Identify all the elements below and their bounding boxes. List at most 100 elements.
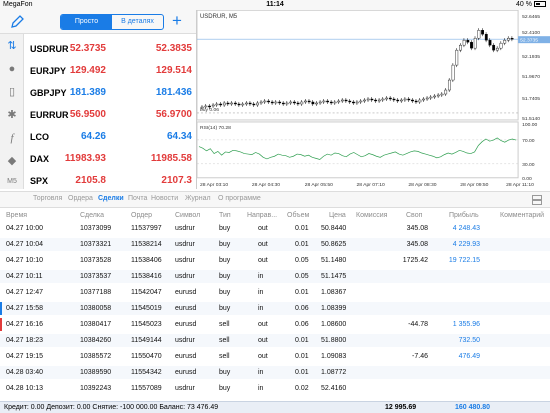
candle	[307, 100, 311, 103]
candle	[226, 102, 230, 105]
edit-icon[interactable]	[9, 14, 25, 30]
quote-symbol: DAX	[30, 154, 50, 164]
col-order[interactable]: Ордер	[131, 212, 152, 219]
quote-row-spx[interactable]: SPX 2105.8 2107.3	[24, 170, 196, 192]
cell-swap: -44.78	[408, 321, 428, 328]
table-row[interactable]: 04.27 10:10 10373528 11538406 usdrur buy out 0…	[0, 254, 550, 267]
cell-sym: usdrur	[175, 257, 195, 264]
timeframe-m5-label[interactable]: M5	[4, 174, 20, 190]
chart-title: USDRUR, M5	[200, 14, 238, 20]
time-tick-label: 28 Apr 03:10	[200, 182, 228, 188]
add-symbol-icon[interactable]: +	[172, 12, 182, 30]
price-tick-label: 52.1935	[522, 54, 540, 60]
cell-deal: 10377188	[80, 289, 112, 296]
candle	[495, 47, 499, 51]
col-comment[interactable]: Комментарий	[500, 212, 544, 219]
price-chart[interactable]: USDRUR, M5buy 0.06RSI(14) 70.2852.646552…	[196, 10, 550, 189]
tab-about[interactable]: О программе	[218, 195, 261, 202]
cell-time: 04.27 10:11	[6, 273, 43, 280]
cell-deal: 10380417	[80, 321, 112, 328]
candle	[215, 103, 219, 106]
cell-time: 04.27 10:00	[6, 225, 43, 232]
table-row[interactable]: 04.28 10:13 10392243 11557089 usdrur buy in 0.…	[0, 382, 550, 395]
time-tick-label: 28 Apr 04:30	[252, 182, 280, 188]
col-profit[interactable]: Прибыль	[449, 212, 479, 219]
col-price[interactable]: Цена	[329, 212, 346, 219]
quote-row-usdrur[interactable]: USDRUR 52.3735 52.3835	[24, 38, 196, 60]
table-row[interactable]: 04.27 16:16 10380417 11545023 eurusd sell out…	[0, 318, 550, 331]
cell-vol: 0.06	[295, 305, 309, 312]
candle	[252, 103, 256, 106]
table-row[interactable]: 04.27 12:47 10377188 11542047 eurusd buy in 0.…	[0, 286, 550, 299]
cell-price: 50.8440	[321, 225, 347, 232]
quote-bid: 64.26	[80, 131, 106, 142]
quote-row-lco[interactable]: LCO 64.26 64.34	[24, 126, 196, 148]
document-icon[interactable]: ▯	[4, 84, 20, 100]
cell-order: 11538416	[131, 273, 162, 280]
cell-dir: out	[258, 225, 268, 232]
tab-journal[interactable]: Журнал	[185, 195, 211, 202]
candle	[237, 103, 241, 106]
candle	[300, 101, 304, 105]
col-commission[interactable]: Комиссия	[356, 212, 387, 219]
cell-order: 11542047	[131, 289, 162, 296]
simple-view-button[interactable]: Просто	[61, 15, 112, 29]
quote-row-eurjpy[interactable]: EURJPY 129.492 129.514	[24, 60, 196, 82]
cell-order: 11557089	[131, 385, 162, 392]
cell-price: 1.08399	[321, 305, 347, 312]
quote-bid: 2105.8	[75, 175, 106, 186]
col-deal[interactable]: Сделка	[80, 212, 104, 219]
candle	[267, 100, 270, 103]
table-row[interactable]: 04.27 15:58 10380058 11545019 eurusd buy in 0.…	[0, 302, 550, 315]
cell-sym: eurusd	[175, 369, 197, 376]
candle	[230, 102, 234, 105]
objects-icon[interactable]: ◆	[4, 153, 20, 169]
rsi-tick-label: 70.00	[522, 138, 535, 144]
quotes-nav-icon[interactable]: ⇅	[4, 38, 20, 54]
col-time[interactable]: Время	[6, 212, 27, 219]
layout-icon[interactable]	[532, 195, 542, 205]
price-tick-label: 51.7405	[522, 96, 540, 102]
col-symbol[interactable]: Символ	[175, 212, 200, 219]
quote-row-dax[interactable]: DAX 11983.93 11985.58	[24, 148, 196, 170]
tab-trade[interactable]: Торговля	[33, 195, 62, 202]
tab-news[interactable]: Новости	[151, 195, 178, 202]
cell-order: 11537997	[131, 225, 162, 232]
tab-mail[interactable]: Почта	[128, 195, 147, 202]
cell-type: sell	[219, 321, 230, 328]
candle	[259, 101, 263, 104]
table-row[interactable]: 04.27 10:04 10373321 11538214 usdrur buy out 0…	[0, 238, 550, 251]
table-row[interactable]: 04.28 03:40 10389590 11554342 eurusd buy in 0.…	[0, 366, 550, 379]
rsi-tick-label: 30.00	[522, 162, 535, 168]
col-swap[interactable]: Своп	[406, 212, 422, 219]
detailed-view-button[interactable]: В деталях	[112, 15, 163, 29]
col-direction[interactable]: Направ...	[247, 212, 277, 219]
cell-price: 1.08367	[321, 289, 347, 296]
candle	[241, 103, 245, 106]
col-type[interactable]: Тип	[219, 212, 231, 219]
settings-icon[interactable]: ✱	[4, 107, 20, 123]
cell-profit: 1 355.96	[452, 321, 480, 328]
swap-total: 12 995.69	[385, 404, 417, 411]
quote-row-eurrur[interactable]: EURRUR 56.9500 56.9700	[24, 104, 196, 126]
chat-icon[interactable]: ●	[4, 61, 20, 77]
candle	[208, 105, 211, 108]
candle	[233, 102, 237, 105]
indicator-function-icon[interactable]: f	[4, 130, 20, 146]
candle	[204, 105, 208, 108]
cell-vol: 0.01	[295, 353, 309, 360]
quote-row-gbpjpy[interactable]: GBPJPY 181.389 181.436	[24, 82, 196, 104]
table-row[interactable]: 04.27 10:00 10373099 11537997 usdrur buy out 0…	[0, 222, 550, 235]
candle	[429, 96, 433, 99]
price-tag-label: 52.3735	[520, 38, 538, 44]
candle	[326, 100, 330, 103]
table-row[interactable]: 04.27 19:15 10385572 11550470 eurusd sell out…	[0, 350, 550, 363]
tab-orders[interactable]: Ордера	[68, 195, 93, 202]
candle	[296, 102, 300, 105]
table-row[interactable]: 04.27 10:11 10373537 11538416 usdrur buy in 0.…	[0, 270, 550, 283]
cell-dir: in	[258, 385, 264, 392]
candle	[363, 99, 366, 102]
table-row[interactable]: 04.27 18:23 10384260 11549144 usdrur sell out…	[0, 334, 550, 347]
col-volume[interactable]: Объем	[287, 212, 309, 219]
tab-deals[interactable]: Сделки	[98, 195, 124, 202]
